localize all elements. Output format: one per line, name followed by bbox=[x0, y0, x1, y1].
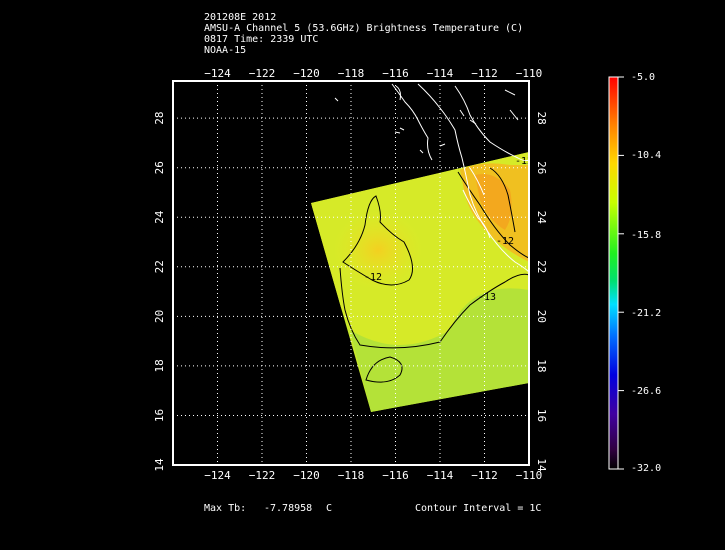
lat-label: 16 bbox=[153, 409, 166, 422]
coastline-inland bbox=[454, 85, 530, 162]
lat-label: 22 bbox=[535, 260, 548, 273]
colorbar bbox=[608, 76, 624, 470]
colorbar-label: -32.0 bbox=[631, 463, 662, 474]
lon-label: −122 bbox=[249, 67, 276, 80]
lat-label: 24 bbox=[535, 211, 548, 225]
lat-label: 26 bbox=[153, 161, 166, 174]
contour-interval: Contour Interval = 1C bbox=[415, 503, 542, 514]
coastline-islands bbox=[334, 89, 519, 154]
colorbar-gradient bbox=[608, 76, 619, 470]
lon-label: −114 bbox=[427, 67, 454, 80]
lon-label: −116 bbox=[382, 67, 409, 80]
colorbar-label: -26.6 bbox=[631, 386, 662, 397]
lat-label: 18 bbox=[153, 359, 166, 372]
lat-label: 22 bbox=[153, 260, 166, 273]
colorbar-label: -15.8 bbox=[631, 230, 662, 241]
max-tb-unit: C bbox=[326, 503, 333, 514]
lat-label: 28 bbox=[153, 112, 166, 125]
lat-label: 20 bbox=[535, 310, 548, 323]
lat-label: 26 bbox=[535, 161, 548, 174]
contour-label: -13 bbox=[478, 292, 496, 303]
lon-labels-bottom: −124 −122 −120 −118 −116 −114 −112 −110 bbox=[204, 469, 542, 482]
lat-labels-left: 28 26 24 22 20 18 16 14 bbox=[153, 112, 166, 472]
lon-label: −110 bbox=[516, 67, 543, 80]
contour-label: -12 bbox=[364, 272, 382, 283]
lon-label: −114 bbox=[427, 469, 454, 482]
lon-label: −118 bbox=[338, 469, 365, 482]
colorbar-ticks bbox=[618, 76, 624, 470]
lon-label: −112 bbox=[471, 67, 498, 80]
lon-labels-top: −124 −122 −120 −118 −116 −114 −112 −110 bbox=[204, 67, 542, 80]
lat-labels-right: 28 26 24 22 20 18 16 14 bbox=[535, 112, 548, 472]
lat-label: 14 bbox=[153, 458, 166, 472]
colorbar-label: -21.2 bbox=[631, 308, 662, 319]
lat-label: 16 bbox=[535, 409, 548, 422]
lon-label: −122 bbox=[249, 469, 276, 482]
lon-label: −120 bbox=[293, 67, 320, 80]
colorbar-label: -5.0 bbox=[631, 72, 656, 83]
max-tb-label: Max Tb: bbox=[204, 503, 247, 514]
contour-label: -12 bbox=[496, 236, 514, 247]
lon-label: −118 bbox=[338, 67, 365, 80]
lat-label: 28 bbox=[535, 112, 548, 125]
lon-label: −124 bbox=[204, 67, 231, 80]
data-swath: -12 -12 -12 -13 bbox=[311, 152, 533, 412]
colorbar-label: -10.4 bbox=[631, 150, 662, 161]
lat-label: 18 bbox=[535, 359, 548, 372]
lon-label: −112 bbox=[471, 469, 498, 482]
lon-label: −120 bbox=[293, 469, 320, 482]
lat-label: 24 bbox=[153, 210, 166, 224]
lat-label: 20 bbox=[153, 310, 166, 323]
map-figure: -12 -12 -12 -13 −124 −122 −120 −118 −116… bbox=[153, 67, 624, 482]
coastline-baja bbox=[391, 83, 433, 161]
lat-label: 14 bbox=[535, 458, 548, 472]
max-tb-value: -7.78958 bbox=[264, 503, 313, 514]
lon-label: −116 bbox=[382, 469, 409, 482]
lon-label: −124 bbox=[204, 469, 231, 482]
